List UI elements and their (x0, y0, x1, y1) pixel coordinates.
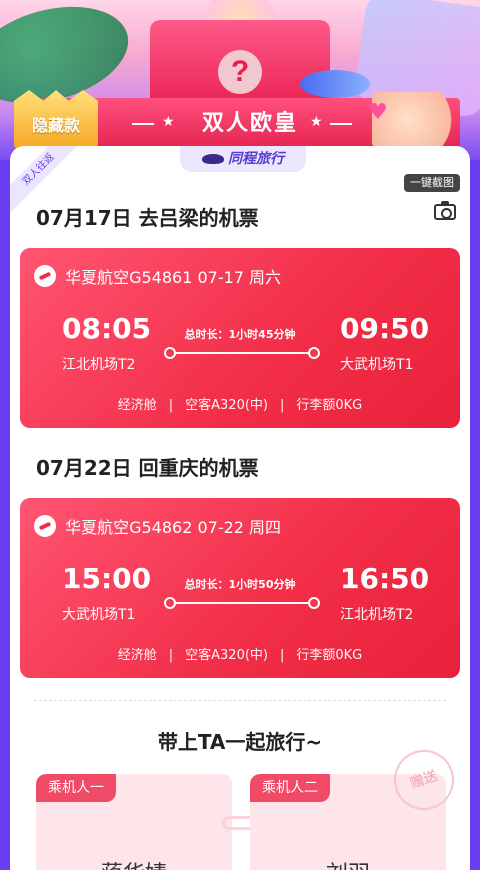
star-icon: ★ (310, 114, 323, 130)
badge-label: 隐藏款 (31, 116, 80, 135)
flight-info: 华夏航空G54862 07-22 周四 (65, 518, 282, 537)
arrive-airport: 大武机场T1 (340, 357, 414, 373)
arrive-time: 09:50 (340, 312, 430, 345)
aircraft-type: 空客A320(中) (185, 398, 268, 413)
passenger-name: 蒋华婧 (36, 856, 232, 870)
duration: 总时长：1小时50分钟 (184, 578, 296, 591)
depart-time: 15:00 (62, 562, 152, 595)
brand-name: 同程旅行 (228, 151, 284, 167)
question-mark-icon: ? (218, 50, 262, 94)
flight-details: 经济舱 | 空客A320(中) | 行李额0KG (20, 644, 460, 663)
route-dot (308, 597, 320, 609)
camera-icon[interactable] (434, 201, 456, 220)
arrive-time: 16:50 (340, 562, 430, 595)
heart-icon: ♥ (368, 100, 388, 125)
travel-together-title: 带上TA一起旅行~ (157, 730, 323, 754)
arrive-airport: 江北机场T2 (340, 607, 414, 623)
baggage-allowance: 行李额0KG (296, 398, 363, 413)
outbound-ticket[interactable]: 华夏航空G54861 07-17 周六 08:05 09:50 总时长：1小时4… (20, 248, 460, 428)
route-dot (164, 347, 176, 359)
passenger-tag: 乘机人一 (36, 774, 116, 802)
cabin-class: 经济舱 (117, 398, 157, 413)
duration: 总时长：1小时45分钟 (184, 328, 296, 341)
return-title: 07月22日 回重庆的机票 (36, 456, 259, 480)
depart-airport: 江北机场T2 (62, 357, 136, 373)
passenger-tag: 乘机人二 (250, 774, 330, 802)
baggage-allowance: 行李额0KG (296, 648, 363, 663)
cabin-class: 经济舱 (117, 648, 157, 663)
route-line (168, 602, 314, 604)
airline-row: 华夏航空G54862 07-22 周四 (34, 514, 282, 537)
separator: | (168, 398, 174, 413)
passenger-name: 刘羽 (250, 856, 446, 870)
passenger-card-1[interactable]: 乘机人一 蒋华婧 (36, 774, 232, 870)
separator: | (168, 648, 174, 663)
ticket-card: 双人往返 同程旅行 一键截图 07月17日 去吕梁的机票 华夏航空G54861 … (10, 146, 470, 870)
outbound-title: 07月17日 去吕梁的机票 (36, 206, 259, 230)
separator: | (280, 398, 285, 413)
brand-logo-icon (202, 154, 224, 164)
screenshot-tooltip: 一键截图 (404, 174, 460, 192)
depart-airport: 大武机场T1 (62, 607, 136, 623)
dashed-divider (34, 700, 446, 701)
return-ticket[interactable]: 华夏航空G54862 07-22 周四 15:00 16:50 总时长：1小时5… (20, 498, 460, 678)
route-line (168, 352, 314, 354)
flight-details: 经济舱 | 空客A320(中) | 行李额0KG (20, 394, 460, 413)
banner-dash-right (330, 123, 352, 125)
separator: | (280, 648, 285, 663)
airline-logo-icon (34, 515, 56, 537)
aircraft-type: 空客A320(中) (185, 648, 268, 663)
fish-decoration (300, 70, 370, 98)
flight-info: 华夏航空G54861 07-17 周六 (65, 268, 282, 287)
brand-pill: 同程旅行 (180, 146, 306, 172)
route-dot (164, 597, 176, 609)
airline-row: 华夏航空G54861 07-17 周六 (34, 264, 282, 287)
depart-time: 08:05 (62, 312, 152, 345)
route-dot (308, 347, 320, 359)
airline-logo-icon (34, 265, 56, 287)
